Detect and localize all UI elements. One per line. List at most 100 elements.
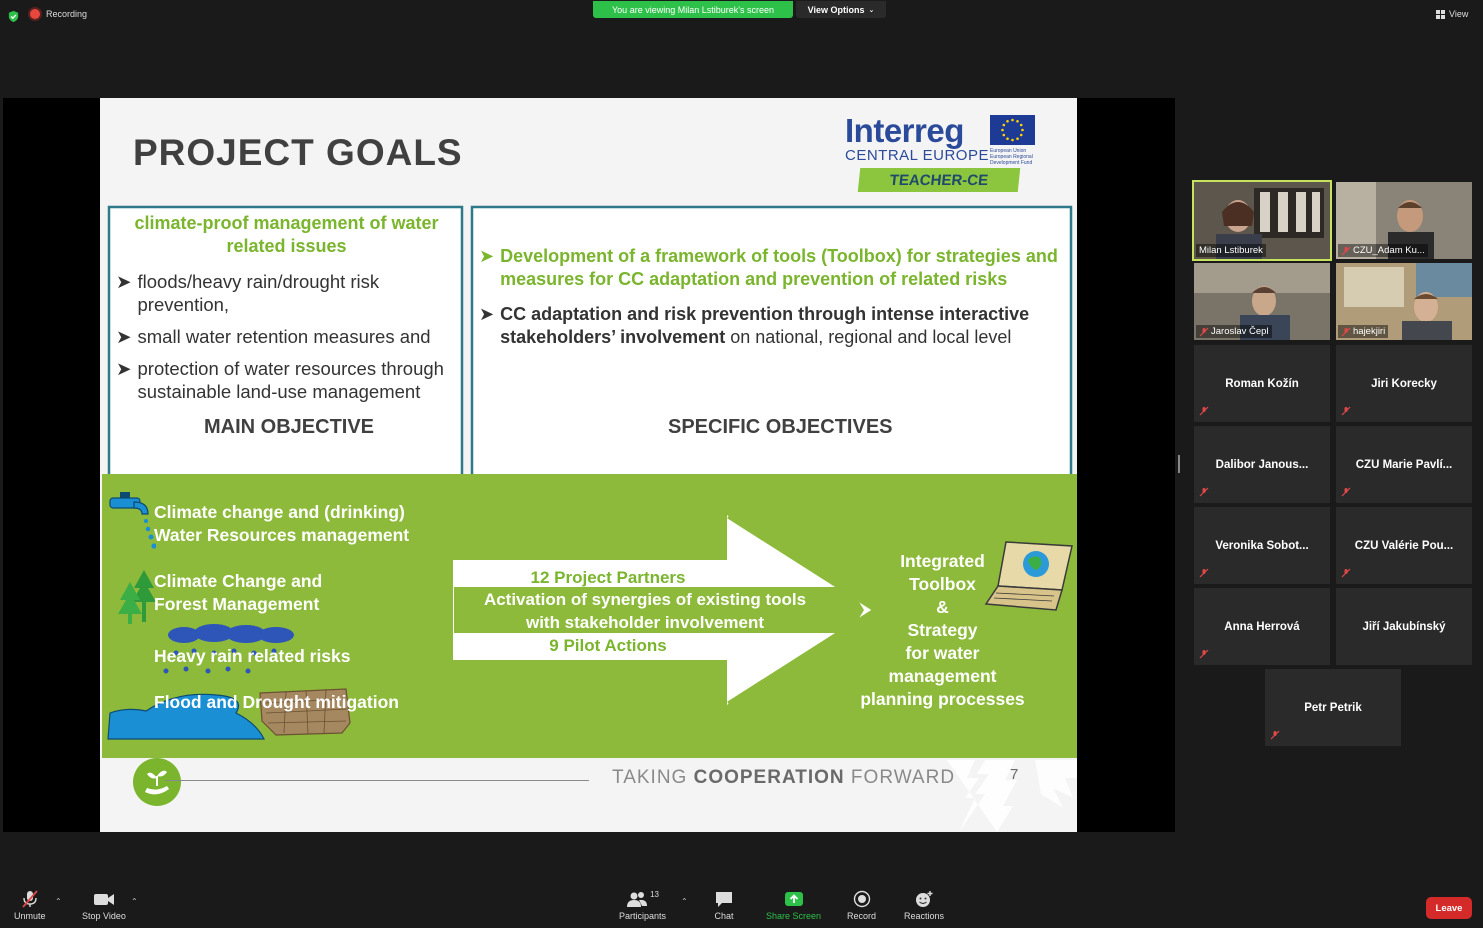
teacher-ce-badge: TEACHER-CE (857, 168, 1021, 192)
participant-tile[interactable]: Jiří Jakubínský (1336, 588, 1472, 665)
muted-mic-icon (1199, 327, 1209, 336)
participants-button[interactable]: 13 Participants (619, 890, 666, 921)
video-options-caret[interactable]: ⌃ (131, 897, 138, 906)
bullet-rest: on national, regional and local level (725, 327, 1012, 347)
participant-caption: hajekjiri (1338, 325, 1389, 338)
smiley-plus-icon (916, 891, 933, 907)
bullet-line: measures for CC adaptation and preventio… (500, 269, 1008, 289)
participant-name: Dalibor Janous... (1215, 458, 1309, 471)
reactions-button[interactable]: Reactions (904, 890, 944, 921)
eu-text: European Union European Regional Develop… (990, 148, 1033, 166)
arrow-line-pilots: 9 Pilot Actions (549, 636, 667, 655)
result-line: management (888, 666, 997, 686)
stop-video-button[interactable]: Stop Video (82, 890, 126, 921)
grid-view-icon (1436, 9, 1445, 19)
participants-options-caret[interactable]: ⌃ (681, 897, 688, 906)
participant-name: Roman Kožín (1225, 377, 1299, 390)
recording-label: Recording (46, 9, 88, 19)
muted-mic-icon (1341, 246, 1351, 255)
recording-indicator[interactable]: Recording (30, 9, 87, 19)
share-screen-button[interactable]: Share Screen (766, 890, 821, 921)
band-item: Heavy rain related risks (154, 645, 351, 668)
footer-line (165, 780, 589, 781)
recording-icon (30, 9, 40, 19)
bullet-line: floods/heavy rain/drought risk (137, 271, 380, 292)
trees-icon (118, 570, 156, 624)
share-screen-icon (784, 892, 803, 906)
chat-button[interactable]: Chat (714, 890, 734, 921)
main-objective-heading: climate-proof management of water relate… (114, 212, 459, 258)
specific-objectives-label: SPECIFIC OBJECTIVES (668, 416, 893, 438)
unmute-label: Unmute (14, 911, 46, 921)
main-bullet: ➤ protection of water resources through s… (116, 357, 461, 403)
participant-name: hajekjiri (1353, 326, 1386, 337)
bullet-line: prevention, (137, 294, 230, 315)
participant-name: Jiri Korecky (1371, 377, 1437, 390)
participant-tile[interactable]: Petr Petrik (1265, 669, 1401, 746)
band-line: Climate Change and (154, 571, 323, 591)
participant-tile[interactable]: Veronika Sobot... (1194, 507, 1330, 584)
participant-name: Jiří Jakubínský (1362, 620, 1446, 633)
view-options-button[interactable]: View Options ⌄ (796, 1, 886, 18)
participant-tile[interactable]: CZU Valérie Pou... (1336, 507, 1472, 584)
participant-caption: Milan Lstiburek (1196, 244, 1266, 257)
band-item: Flood and Drought mitigation (154, 691, 399, 714)
participant-tile[interactable]: hajekjiri (1336, 263, 1472, 340)
participant-tile[interactable]: CZU_Adam Ku... (1336, 182, 1472, 259)
presentation-slide: PROJECT GOALS Interreg CENTRAL EUROPE Eu… (100, 98, 1077, 832)
main-objective-label: MAIN OBJECTIVE (204, 416, 375, 438)
participant-tile[interactable]: Roman Kožín (1194, 345, 1330, 422)
record-icon (853, 890, 870, 908)
band-line: Climate change and (drinking) (154, 502, 405, 522)
chat-bubble-icon (716, 892, 732, 907)
participant-tile[interactable]: Dalibor Janous... (1194, 426, 1330, 503)
result-line: Strategy (907, 620, 978, 640)
chevron-down-icon: ⌄ (868, 6, 875, 14)
bullet-line: Development of a framework of tools (Too… (500, 246, 1058, 266)
band-line: Heavy rain related risks (154, 646, 351, 666)
unmute-button[interactable]: Unmute (14, 890, 46, 921)
band-line: Water Resources management (154, 525, 410, 545)
tagline-bold: COOPERATION (693, 767, 845, 788)
record-button[interactable]: Record (847, 890, 876, 921)
participant-tile[interactable]: Milan Lstiburek (1192, 180, 1332, 261)
logo-word: Interreg (845, 112, 964, 149)
leave-button[interactable]: Leave (1426, 897, 1472, 919)
interreg-logo: Interreg CENTRAL EUROPE European Union E… (845, 112, 1040, 196)
laptop-globe-icon (984, 541, 1073, 611)
participant-name: Milan Lstiburek (1199, 245, 1263, 256)
participants-icon (627, 892, 648, 907)
audio-options-caret[interactable]: ⌃ (55, 897, 62, 906)
participant-tile[interactable]: CZU Marie Pavlí... (1336, 426, 1472, 503)
tagline-part: FORWARD (844, 767, 956, 788)
reactions-label: Reactions (904, 911, 945, 921)
bullet-line: small water retention measures and (137, 326, 431, 347)
participant-name: CZU_Adam Ku... (1353, 245, 1425, 256)
arrow-bullet-icon: ➤ (479, 304, 495, 324)
result-line: for water (905, 643, 980, 663)
muted-mic-icon (1199, 406, 1209, 416)
gallery-resize-handle[interactable] (1178, 455, 1180, 473)
view-options-label: View Options (807, 4, 865, 15)
participant-name: Jaroslav Čepl (1211, 326, 1269, 337)
participant-tile[interactable]: Jiri Korecky (1336, 345, 1472, 422)
record-label: Record (847, 911, 877, 921)
band-line: Flood and Drought mitigation (154, 692, 399, 712)
slide-page-number: 7 (1010, 766, 1019, 783)
footer-plant-hand-icon (133, 758, 181, 806)
participant-caption: Jaroslav Čepl (1196, 325, 1272, 338)
participant-name: CZU Marie Pavlí... (1355, 458, 1453, 471)
mic-muted-icon (22, 890, 38, 908)
view-label: View (1449, 9, 1469, 19)
view-button[interactable]: View (1436, 9, 1468, 19)
participants-count: 13 (650, 890, 659, 899)
participant-tile[interactable]: Jaroslav Čepl (1194, 263, 1330, 340)
arrow-bullet-icon: ➤ (479, 246, 495, 266)
specific-bullet: ➤ CC adaptation and risk prevention thro… (479, 303, 1064, 349)
specific-bullet: ➤ Development of a framework of tools (T… (479, 245, 1064, 291)
eu-flag-icon (990, 115, 1035, 145)
participant-tile[interactable]: Anna Herrová (1194, 588, 1330, 665)
security-shield-icon[interactable] (7, 10, 20, 23)
logo-sub: CENTRAL EUROPE (845, 147, 989, 164)
muted-mic-icon (1341, 487, 1351, 497)
